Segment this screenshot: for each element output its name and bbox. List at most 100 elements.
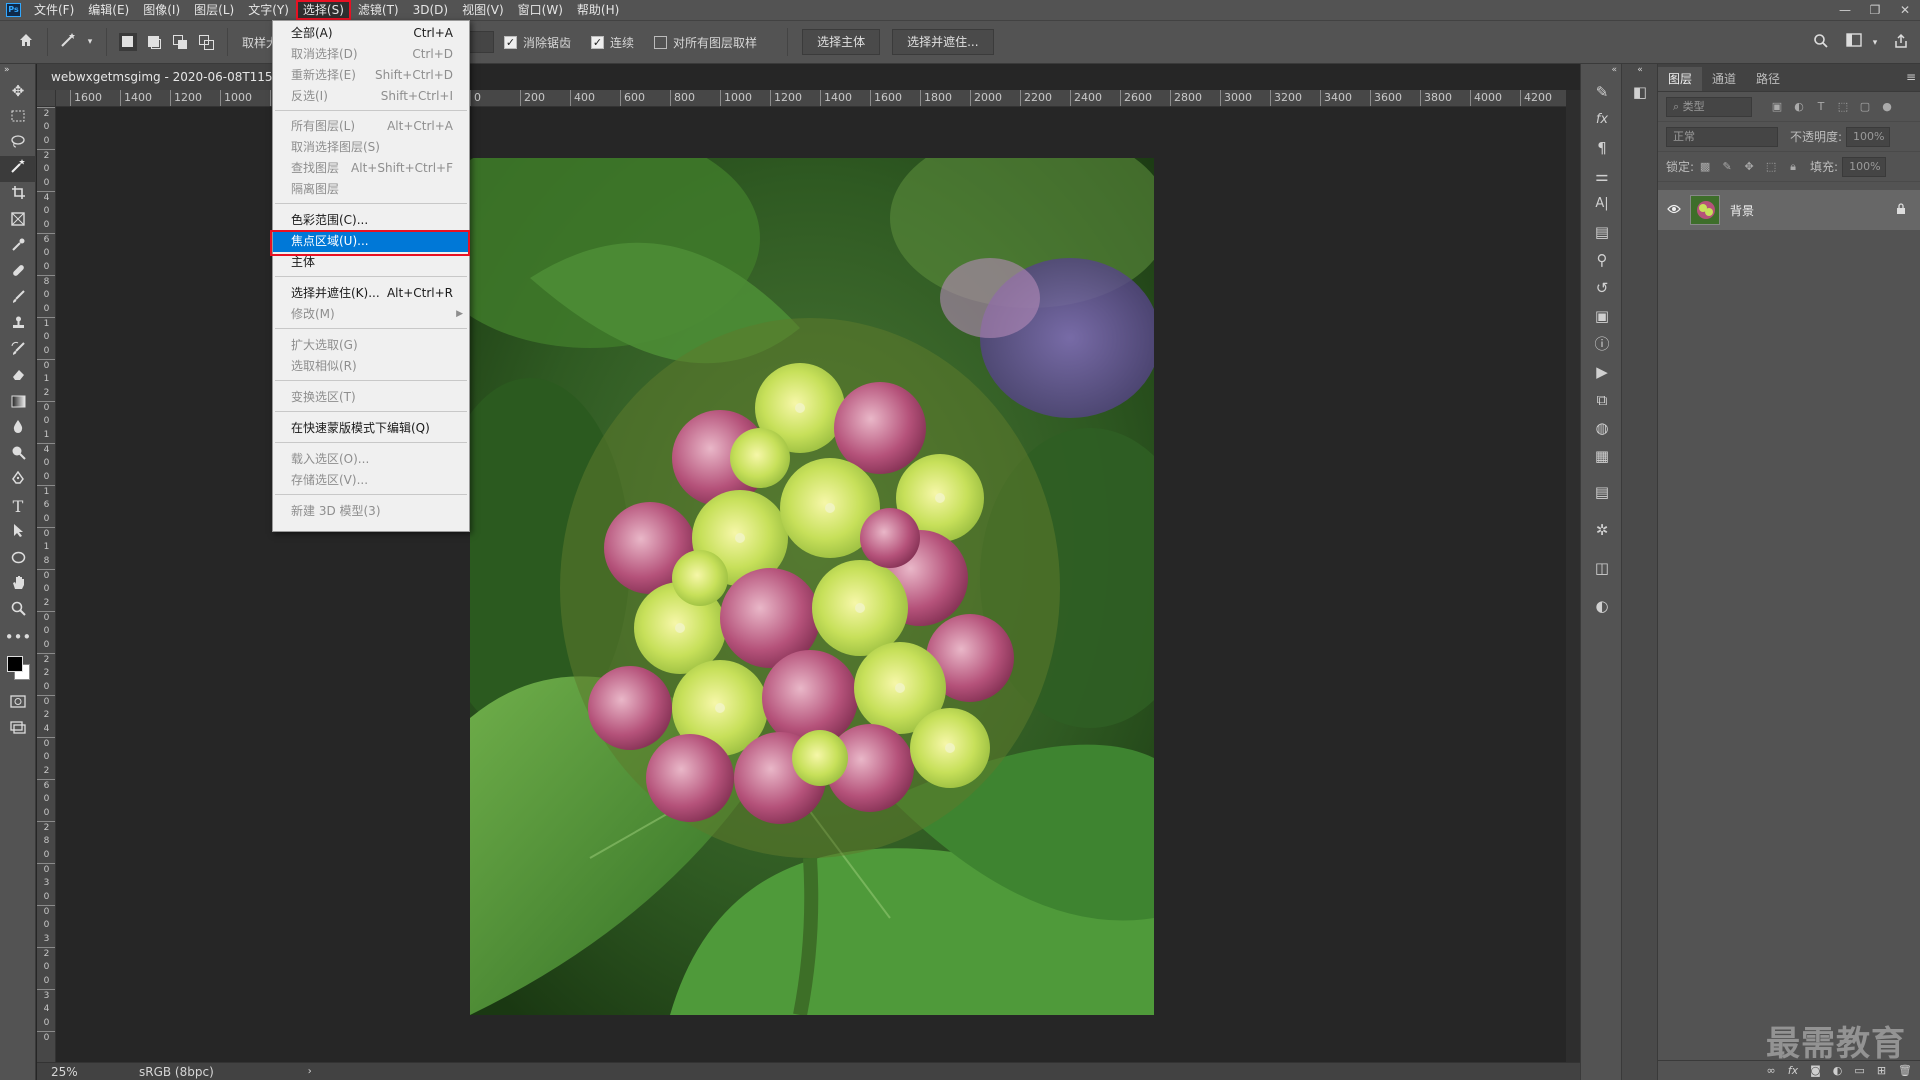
search-icon[interactable] [1811,33,1831,53]
menu-filter[interactable]: 滤镜(T) [351,0,406,20]
menu-item-grow[interactable]: 扩大选取(G) [273,335,469,356]
brush-settings-icon[interactable]: ✎ [1581,78,1623,106]
menu-item-load-selection[interactable]: 载入选区(O)... [273,449,469,470]
gear-icon[interactable]: ✲ [1581,516,1623,544]
move-icon[interactable]: ✥ [0,78,36,104]
chevron-down-icon[interactable]: ▾ [85,32,95,52]
group-icon[interactable]: ▭ [1854,1064,1864,1077]
menu-file[interactable]: 文件(F) [27,0,81,20]
chevron-down-icon[interactable]: ▾ [1870,33,1880,53]
menu-layer[interactable]: 图层(L) [187,0,241,20]
menu-item-isolate-layers[interactable]: 隔离图层 [273,179,469,200]
menu-item-quick-mask[interactable]: 在快速蒙版模式下编辑(Q) [273,418,469,439]
visibility-eye-icon[interactable] [1666,203,1682,217]
menu-item-inverse[interactable]: 反选(I) Shift+Ctrl+I [273,86,469,107]
menu-item-select-and-mask[interactable]: 选择并遮住(K)... Alt+Ctrl+R [273,283,469,304]
fx-icon[interactable]: fx [1788,1064,1798,1077]
panel-collapse-icon[interactable]: « [1622,64,1658,78]
lock-position-icon[interactable]: ✥ [1740,160,1758,173]
menu-item-find-layers[interactable]: 查找图层 Alt+Shift+Ctrl+F [273,158,469,179]
new-layer-icon[interactable]: ⊞ [1877,1064,1886,1077]
lock-pixels-icon[interactable]: ✎ [1718,160,1736,173]
quick-mask-icon[interactable] [0,690,36,716]
layercomp-icon[interactable]: ▣ [1581,302,1623,330]
gradient-icon[interactable] [0,390,36,416]
share-icon[interactable] [1891,33,1911,53]
menu-help[interactable]: 帮助(H) [570,0,626,20]
properties-icon[interactable]: ⧉ [1581,386,1623,414]
zoom-icon[interactable] [0,598,36,624]
adjustment-layer-icon[interactable]: ◐ [1833,1064,1843,1077]
document-tab[interactable]: webwxgetmsgimg - 2020-06-08T11502 [37,64,277,90]
workspace-icon[interactable] [1844,33,1864,53]
filter-pixel-icon[interactable]: ▣ [1768,100,1786,113]
adjust-icon[interactable]: ⚌ [1581,162,1623,190]
menu-item-save-selection[interactable]: 存储选区(V)... [273,470,469,491]
menu-image[interactable]: 图像(I) [136,0,187,20]
document-image[interactable] [470,158,1154,1015]
swatch-icon[interactable]: ▤ [1581,218,1623,246]
lock-artboard-icon[interactable]: ⬚ [1762,160,1780,173]
menu-item-color-range[interactable]: 色彩范围(C)... [273,210,469,231]
menu-item-reselect[interactable]: 重新选择(E) Shift+Ctrl+D [273,65,469,86]
add-selection-icon[interactable] [145,33,163,51]
menu-item-modify[interactable]: 修改(M) ▶ [273,304,469,325]
blend-mode-select[interactable]: 正常 [1666,126,1778,147]
adjustment-icon[interactable]: ◐ [1581,592,1623,620]
info-icon[interactable]: ⓘ [1581,330,1623,358]
lock-all-icon[interactable]: 🔒︎ [1784,160,1802,174]
menu-item-transform-selection[interactable]: 变换选区(T) [273,387,469,408]
restore-button[interactable]: ❐ [1860,0,1890,20]
eraser-icon[interactable] [0,364,36,390]
panel-collapse-icon[interactable]: « [1581,64,1623,78]
tab-layers[interactable]: 图层 [1658,67,1703,91]
magic-wand-icon[interactable] [0,156,36,182]
brush-icon[interactable] [0,286,36,312]
char-icon[interactable]: A| [1581,190,1623,218]
contiguous-checkbox[interactable]: ✓ 连续 [591,34,634,51]
blur-icon[interactable] [0,416,36,442]
link-icon[interactable]: ∞ [1767,1064,1776,1077]
layer-filter-select[interactable]: ⌕ 类型 [1666,96,1752,117]
lock-transparent-icon[interactable]: ▩ [1696,160,1714,173]
menu-edit[interactable]: 编辑(E) [81,0,136,20]
marquee-icon[interactable] [0,104,36,130]
stamp-icon[interactable] [0,312,36,338]
menu-item-deselect-layers[interactable]: 取消选择图层(S) [273,137,469,158]
all-layers-checkbox[interactable]: 对所有图层取样 [654,34,757,51]
intersect-selection-icon[interactable] [197,33,215,51]
menu-item-new-3d-extrusion[interactable]: 新建 3D 模型(3) [273,501,469,522]
type-icon[interactable]: T [0,494,36,520]
select-subject-button[interactable]: 选择主体 [802,29,881,55]
filter-type-icon[interactable]: T [1812,100,1830,113]
select-and-mask-button[interactable]: 选择并遮住... [892,29,994,55]
fx-icon[interactable]: fx [1581,106,1623,134]
menu-item-similar[interactable]: 选取相似(R) [273,356,469,377]
crop-icon[interactable] [0,182,36,208]
pen-icon[interactable] [0,468,36,494]
3d-icon[interactable]: ◍ [1581,414,1623,442]
menu-item-subject[interactable]: 主体 [273,252,469,273]
zoom-level[interactable]: 25% [51,1065,121,1079]
menu-item-deselect[interactable]: 取消选择(D) Ctrl+D [273,44,469,65]
close-button[interactable]: ✕ [1890,0,1920,20]
history-icon[interactable]: ↺ [1581,274,1623,302]
menu-item-focus-area[interactable]: 焦点区域(U)... [273,231,469,252]
eyedropper-icon[interactable] [0,234,36,260]
filter-smart-icon[interactable]: ▢ [1856,100,1874,113]
foreground-color[interactable] [7,656,23,672]
filter-adjust-icon[interactable]: ◐ [1790,100,1808,113]
opacity-input[interactable]: 100% [1846,126,1891,147]
tab-paths[interactable]: 路径 [1746,67,1790,91]
menu-select[interactable]: 选择(S) [295,0,351,20]
play-icon[interactable]: ▶ [1581,358,1623,386]
mask-icon[interactable]: ◙ [1810,1064,1821,1077]
layer-name[interactable]: 背景 [1730,202,1754,219]
history-brush-icon[interactable] [0,338,36,364]
layers-panel-icon[interactable]: ◧ [1622,78,1658,106]
magic-wand-preset-icon[interactable] [59,32,79,52]
chevron-right-icon[interactable]: › [308,1066,312,1077]
notes-icon[interactable]: ▤ [1581,478,1623,506]
new-selection-icon[interactable] [119,33,137,51]
stamp-source-icon[interactable]: ⚲ [1581,246,1623,274]
